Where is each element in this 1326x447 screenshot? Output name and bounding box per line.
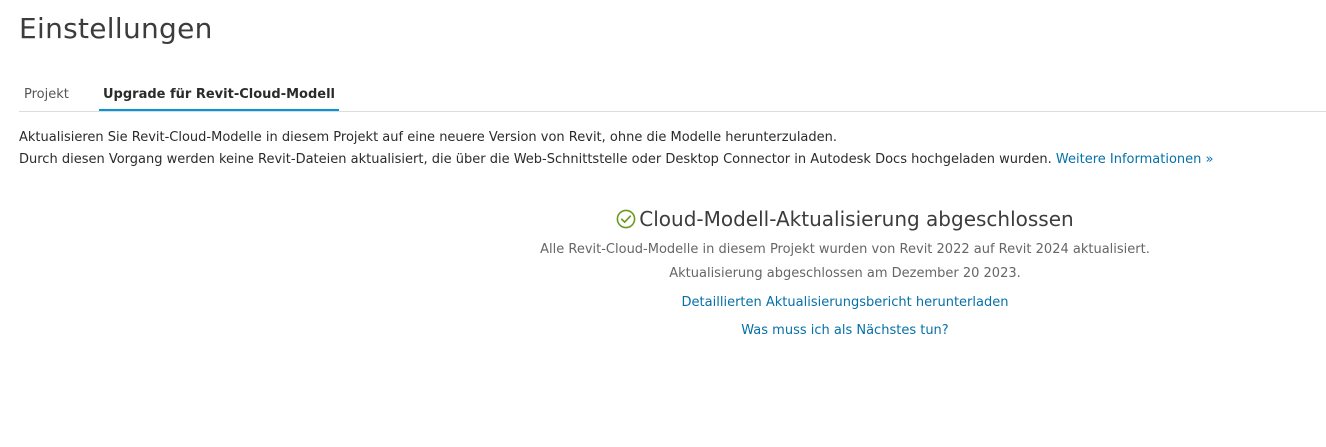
tab-upgrade-revit-cloud-modell[interactable]: Upgrade für Revit-Cloud-Modell <box>99 80 340 111</box>
intro-line-1: Aktualisieren Sie Revit-Cloud-Modelle in… <box>19 130 838 145</box>
intro-line-2: Durch diesen Vorgang werden keine Revit-… <box>19 149 1213 171</box>
check-circle-icon <box>616 209 639 229</box>
intro-text: Aktualisieren Sie Revit-Cloud-Modelle in… <box>19 127 1213 171</box>
status-summary: Alle Revit-Cloud-Modelle in diesem Proje… <box>540 242 1150 257</box>
settings-tabs: Projekt Upgrade für Revit-Cloud-Modell <box>19 80 1326 112</box>
next-steps-link[interactable]: Was muss ich als Nächstes tun? <box>430 317 1260 345</box>
status-completed-date: Aktualisierung abgeschlossen am Dezember… <box>669 266 1021 281</box>
tab-projekt[interactable]: Projekt <box>24 80 69 111</box>
status-heading: Cloud-Modell-Aktualisierung abgeschlosse… <box>616 203 1074 235</box>
download-report-link[interactable]: Detaillierten Aktualisierungsbericht her… <box>430 289 1260 317</box>
intro-line-2-text: Durch diesen Vorgang werden keine Revit-… <box>19 152 1052 167</box>
more-info-link[interactable]: Weitere Informationen » <box>1056 152 1214 167</box>
page-title: Einstellungen <box>19 12 213 45</box>
status-heading-text: Cloud-Modell-Aktualisierung abgeschlosse… <box>639 207 1074 231</box>
upgrade-status-panel: Cloud-Modell-Aktualisierung abgeschlosse… <box>430 203 1260 345</box>
